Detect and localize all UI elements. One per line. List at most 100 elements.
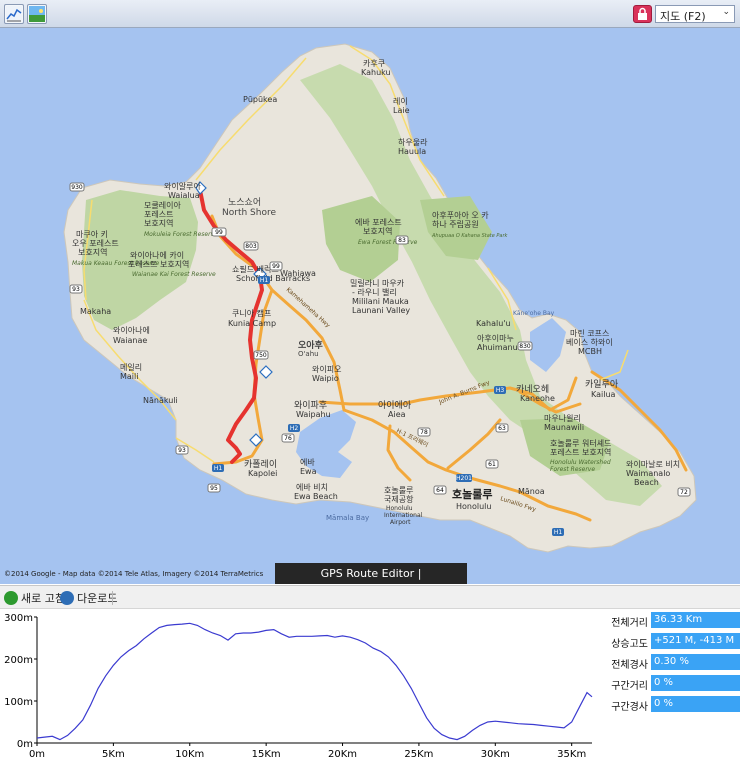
place-label: 와이아나에 [113,325,150,335]
place-label: Waipio [312,374,339,383]
place-label: Airport [390,519,411,526]
route-shield: 63 [495,423,509,433]
place-label: O'ahu [298,350,319,358]
stat-label: 전체거리 [611,618,648,629]
place-label: 밀릴라니 마우카 [350,278,405,288]
route-shield: H201 [456,474,472,482]
route-shield: 83 [395,235,409,245]
map-view-button[interactable] [27,4,47,24]
place-label: Maili [120,372,138,381]
elevation-chart-button[interactable] [4,4,24,24]
place-label: 보호지역 [78,247,107,257]
place-label: Honolulu [456,502,491,511]
place-label: 와이피오 [312,364,341,374]
place-label: 보호지역 [363,226,392,236]
svg-text:95: 95 [210,485,218,492]
place-label: Mokuleia Forest Reserve [144,231,218,238]
place-label: Launani Valley [352,306,410,315]
place-label: 카일루아 [585,379,619,390]
lock-button[interactable] [633,5,652,23]
place-label: 마린 코프스 [570,328,609,338]
place-label: Ewa Forest Reserve [358,239,418,246]
oahu-map: 카후쿠 Kahuku Pūpūkea 레이 Laie 하우울라 Hauula 와… [63,43,697,553]
svg-text:H1: H1 [554,529,563,536]
place-label: Waialua [168,191,200,200]
x-tick-label: 5Km [102,749,125,760]
place-label: Hauula [398,147,426,156]
svg-text:63: 63 [498,425,506,432]
x-tick-label: 35Km [557,749,586,760]
route-shield: H3 [494,386,506,394]
map-type-select[interactable]: 지도 (F2) ⌄ [655,5,735,23]
place-label: Kaneohe [520,394,555,403]
place-label: 아후푸아아 오 카 [432,210,489,220]
stat-value: 0 % [651,675,740,691]
x-tick-label: 0m [29,749,45,760]
place-label: 포레스트 보호지역 [550,447,611,457]
stat-value: +521 M, -413 M [651,633,740,649]
place-label: Nānākuli [143,396,178,405]
svg-text:H201: H201 [456,475,472,482]
refresh-button[interactable]: 새로 고침 [4,590,65,606]
place-label: Mānoa [518,487,545,496]
place-label: Kailua [591,390,616,399]
svg-text:930: 930 [71,184,83,191]
route-shield: 61 [485,459,499,469]
line-chart-icon [6,6,22,22]
download-button[interactable]: 다운로드 [60,590,117,606]
place-label: Honolulu Watershed [550,459,611,466]
y-tick-label: 200m [4,655,33,666]
place-label: North Shore [222,208,276,218]
refresh-icon [4,591,18,605]
stat-value: 0.30 % [651,654,740,670]
toolbar-separator [112,591,113,605]
svg-text:H2: H2 [290,425,299,432]
route-shield: 803 [243,241,259,251]
x-tick-label: 20Km [328,749,357,760]
stat-value: 0 % [651,696,740,712]
place-label: Maunawili [544,423,584,432]
route-shield: H1 [258,276,270,284]
place-label: Waianae Kai Forest Reserve [132,271,216,278]
place-label: Waipahu [296,410,331,419]
map-type-value: 지도 (F2) [660,10,706,23]
place-label: 아후이마누 [477,333,514,343]
map-canvas[interactable]: 카후쿠 Kahuku Pūpūkea 레이 Laie 하우울라 Hauula 와… [0,28,740,584]
stat-label: 상승고도 [611,639,648,650]
place-label: Schofield Barracks [236,274,310,283]
place-label: 호놀룰루 [384,486,413,495]
place-label: 와이마날로 비치 [626,459,680,469]
x-tick-label: 30Km [481,749,510,760]
place-label: Mililani Mauka [352,297,409,306]
svg-text:83: 83 [398,237,406,244]
route-shield: 72 [677,487,691,497]
elevation-profile-line [36,622,593,741]
svg-text:H1: H1 [260,277,269,284]
svg-text:93: 93 [72,286,80,293]
route-shield: H1 [212,464,224,472]
svg-text:78: 78 [420,429,428,436]
svg-text:803: 803 [245,243,257,250]
place-label: 호놀룰루 [452,487,492,501]
stat-segment-distance: 구간거리 0 % [600,675,740,692]
chevron-down-icon: ⌄ [722,7,730,17]
landscape-image-icon [29,6,45,22]
svg-text:61: 61 [488,461,496,468]
x-tick-label: 10Km [175,749,204,760]
place-label: Waianae [113,336,147,345]
svg-text:99: 99 [215,229,223,236]
route-shield: 95 [207,483,221,493]
y-tick-label: 300m [4,613,33,624]
lock-icon [638,7,647,20]
place-label: Ahuimanu [477,343,518,352]
svg-text:93: 93 [178,447,186,454]
elevation-chart[interactable]: 0m 100m 200m 300m 0m 5Km 10Km 15Km 20Km 25Km 30Km 3… [0,609,600,772]
place-label: - 라우니 밸리 [352,287,397,297]
route-shield: 93 [175,445,189,455]
globe-download-icon [60,591,74,605]
place-label: 마우나윌리 [544,413,581,423]
place-label: 국제공항 [384,495,414,504]
place-label: 오우 포레스트 [72,239,119,248]
place-label: 와이알루아 [164,181,201,191]
route-shield: 830 [517,341,533,351]
